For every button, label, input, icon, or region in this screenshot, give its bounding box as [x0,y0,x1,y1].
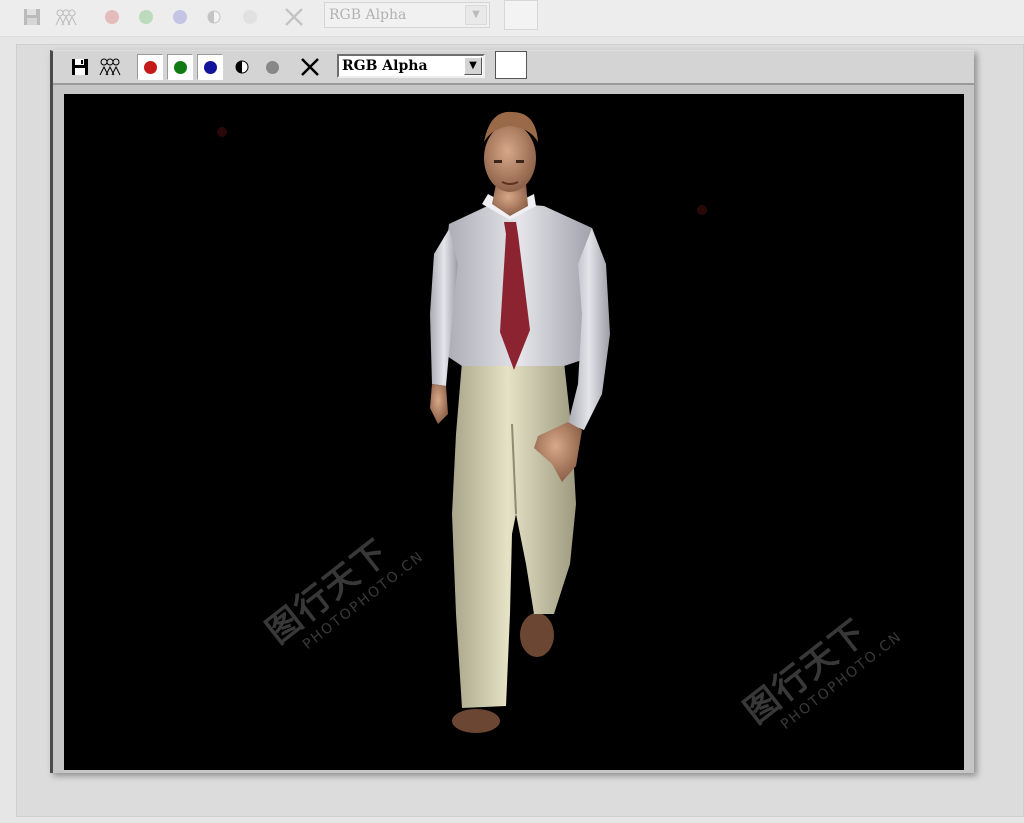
alpha-icon[interactable] [236,4,264,30]
green-channel-icon[interactable] [167,54,193,80]
render-toolbar: RGB Alpha ▼ [53,51,974,85]
channel-select[interactable]: RGB Alpha ▼ [337,54,485,78]
chevron-down-icon[interactable]: ▼ [464,57,482,75]
save-icon[interactable] [18,4,46,30]
green-channel-icon[interactable] [132,4,160,30]
chevron-down-icon[interactable]: ▼ [465,5,487,25]
mono-icon[interactable] [200,4,228,30]
render-viewport: 图行天下 PHOTOPHOTO.CN 图行天下 PHOTOPHOTO.CN [64,94,964,770]
blue-channel-icon[interactable] [197,54,223,80]
alpha-icon[interactable] [259,54,285,80]
save-icon[interactable] [67,54,93,80]
clone-icon[interactable] [97,54,123,80]
clear-icon[interactable] [280,4,308,30]
background-toolbar: RGB Alpha ▼ [0,0,1024,37]
red-channel-icon[interactable] [98,4,126,30]
mono-icon[interactable] [229,54,255,80]
blue-channel-icon[interactable] [166,4,194,30]
red-channel-icon[interactable] [137,54,163,80]
clear-icon[interactable] [297,54,323,80]
channel-select-value: RGB Alpha [342,58,428,74]
rendered-frame-window: RGB Alpha ▼ 图行天下 PHOTOPHOTO.CN 图行天下 PHOT… [50,50,974,773]
clone-icon[interactable] [52,4,80,30]
color-swatch[interactable] [504,0,538,30]
channel-select-value: RGB Alpha [329,7,407,23]
color-swatch[interactable] [495,51,527,79]
channel-select[interactable]: RGB Alpha ▼ [324,2,490,28]
